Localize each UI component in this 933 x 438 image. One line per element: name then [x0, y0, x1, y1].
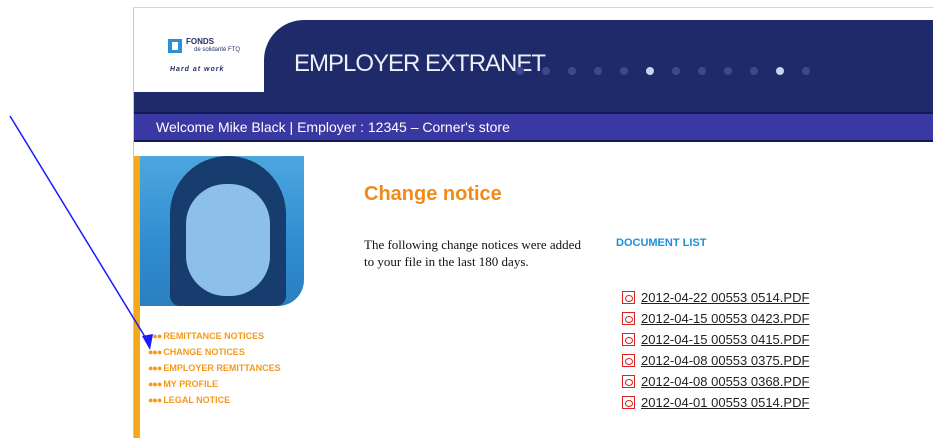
banner-dot	[802, 67, 810, 75]
document-link[interactable]: 2012-04-22 00553 0514.PDF	[641, 290, 809, 305]
list-item: 2012-04-08 00553 0375.PDF	[622, 350, 809, 371]
banner-dot	[724, 67, 732, 75]
intro-text: The following change notices were added …	[364, 237, 581, 269]
logo-tagline: Hard at work	[170, 66, 225, 73]
banner-dot	[620, 67, 628, 75]
header-photo	[140, 156, 304, 306]
side-menu: ●●● REMITTANCE NOTICES ●●● CHANGE NOTICE…	[148, 328, 281, 408]
banner-dot	[568, 67, 576, 75]
document-link[interactable]: 2012-04-08 00553 0375.PDF	[641, 353, 809, 368]
pdf-icon[interactable]	[622, 291, 635, 304]
banner-dot	[698, 67, 706, 75]
page-title: Change notice	[364, 183, 502, 205]
document-link[interactable]: 2012-04-15 00553 0423.PDF	[641, 311, 809, 326]
list-item: 2012-04-01 00553 0514.PDF	[622, 392, 809, 413]
menu-item-label: EMPLOYER REMITTANCES	[163, 363, 281, 373]
pdf-icon[interactable]	[622, 354, 635, 367]
banner-dot	[646, 67, 654, 75]
bullet-icon: ●●●	[148, 347, 162, 357]
banner-dot	[750, 67, 758, 75]
bullet-icon: ●●●	[148, 379, 162, 389]
fonds-logo-icon	[168, 39, 182, 53]
logo[interactable]: FONDS de solidarité FTQ Hard at work	[140, 14, 260, 90]
document-list: 2012-04-22 00553 0514.PDF 2012-04-15 005…	[622, 287, 809, 413]
bullet-icon: ●●●	[148, 331, 162, 341]
document-link[interactable]: 2012-04-08 00553 0368.PDF	[641, 374, 809, 389]
banner-dot	[776, 67, 784, 75]
banner-dot	[516, 67, 524, 75]
menu-item-legal-notice[interactable]: ●●● LEGAL NOTICE	[148, 392, 281, 408]
bullet-icon: ●●●	[148, 363, 162, 373]
banner-title: EMPLOYER EXTRANET	[294, 50, 546, 77]
menu-item-label: LEGAL NOTICE	[163, 395, 231, 405]
logo-name: FONDS	[186, 37, 214, 46]
browser-viewport: FONDS de solidarité FTQ Hard at work EMP…	[133, 7, 933, 438]
banner-dot	[594, 67, 602, 75]
site-header: FONDS de solidarité FTQ Hard at work EMP…	[134, 8, 933, 112]
list-item: 2012-04-15 00553 0415.PDF	[622, 329, 809, 350]
document-list-heading: DOCUMENT LIST	[616, 237, 707, 249]
pdf-icon[interactable]	[622, 333, 635, 346]
menu-item-employer-remittances[interactable]: ●●● EMPLOYER REMITTANCES	[148, 360, 281, 376]
document-link[interactable]: 2012-04-15 00553 0415.PDF	[641, 332, 809, 347]
list-item: 2012-04-22 00553 0514.PDF	[622, 287, 809, 308]
welcome-bar: Welcome Mike Black | Employer : 12345 – …	[134, 112, 933, 142]
menu-item-my-profile[interactable]: ●●● MY PROFILE	[148, 376, 281, 392]
logo-sub: de solidarité FTQ	[194, 47, 241, 53]
pdf-icon[interactable]	[622, 312, 635, 325]
document-link[interactable]: 2012-04-01 00553 0514.PDF	[641, 395, 809, 410]
menu-item-label: CHANGE NOTICES	[163, 347, 245, 357]
pdf-icon[interactable]	[622, 396, 635, 409]
menu-item-change-notices[interactable]: ●●● CHANGE NOTICES	[148, 344, 281, 360]
menu-item-remittance-notices[interactable]: ●●● REMITTANCE NOTICES	[148, 328, 281, 344]
banner-dot	[542, 67, 550, 75]
list-item: 2012-04-15 00553 0423.PDF	[622, 308, 809, 329]
pdf-icon[interactable]	[622, 375, 635, 388]
banner: EMPLOYER EXTRANET	[264, 20, 933, 92]
bullet-icon: ●●●	[148, 395, 162, 405]
banner-dot	[672, 67, 680, 75]
list-item: 2012-04-08 00553 0368.PDF	[622, 371, 809, 392]
menu-item-label: MY PROFILE	[163, 379, 219, 389]
photo-face	[186, 184, 270, 296]
menu-item-label: REMITTANCE NOTICES	[163, 331, 265, 341]
header-band	[134, 92, 933, 112]
